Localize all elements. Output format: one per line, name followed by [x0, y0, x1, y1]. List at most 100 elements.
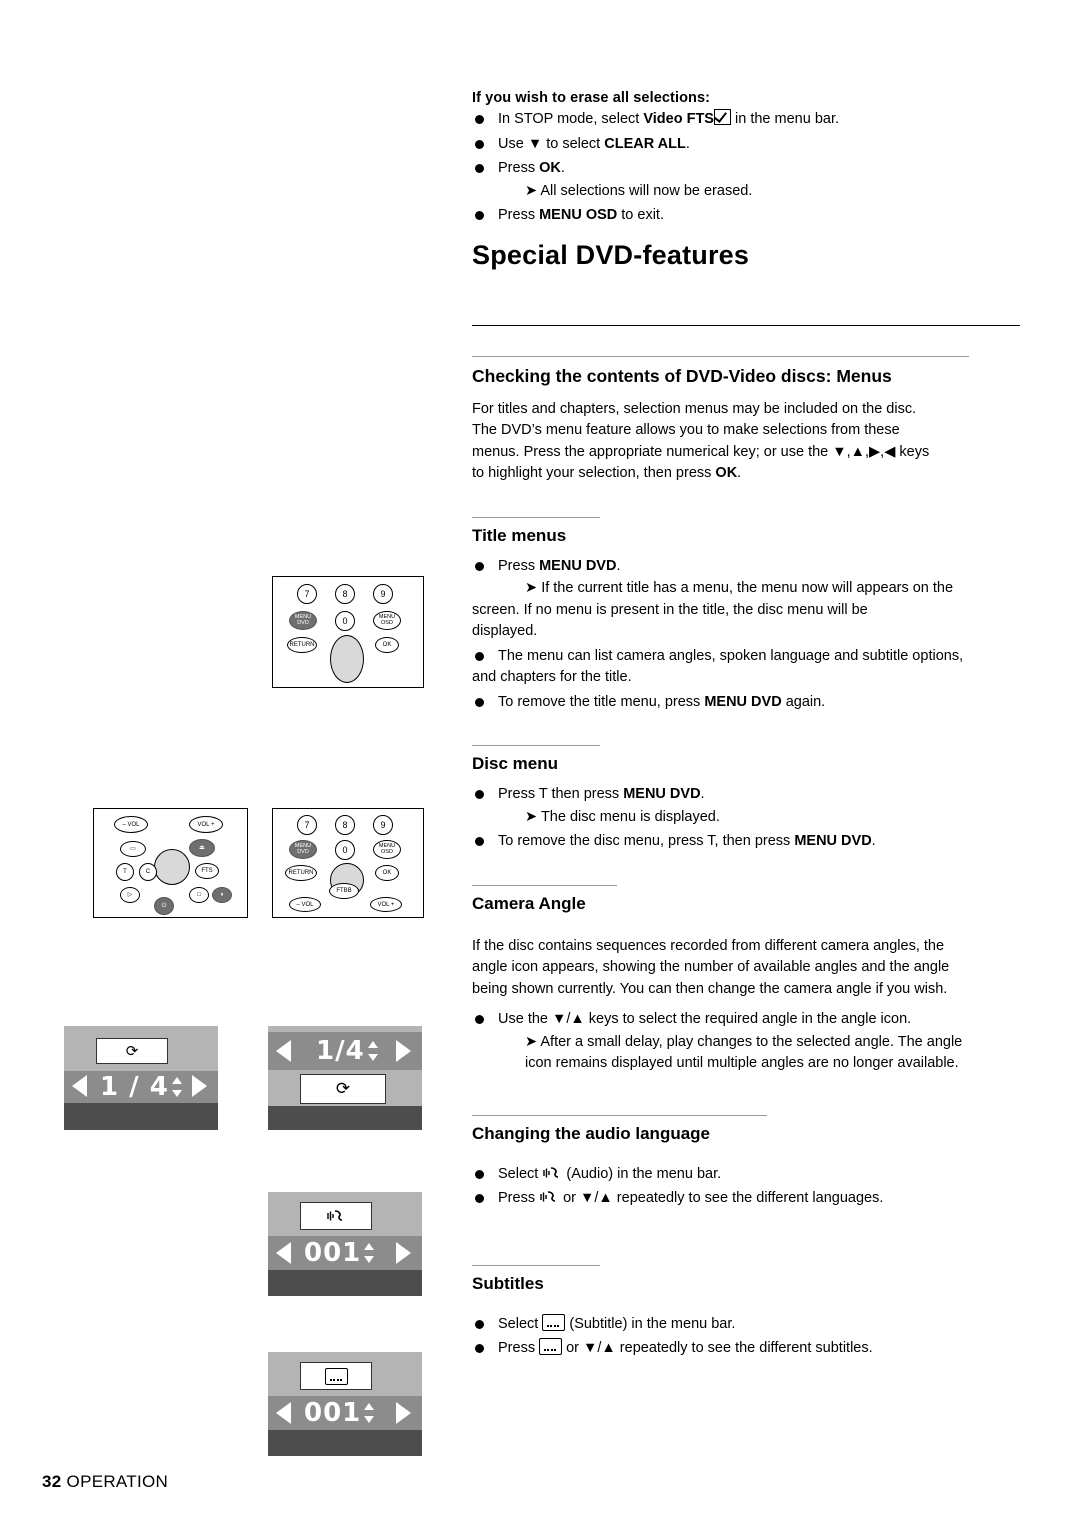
osd-angle-value-wrap: 1 / 4 — [100, 1072, 190, 1102]
disc-menu-b1-post: . — [700, 786, 705, 802]
menu-osd-label-bottom: OSD — [381, 848, 393, 855]
menus-body-1: For titles and chapters, selection menus… — [472, 400, 917, 417]
menu-osd-label-bottom: OSD — [381, 619, 393, 626]
remote-key-9: 9 — [373, 815, 393, 835]
subtitles-bullet-1: Select (Subtitle) in the menu bar. — [472, 1313, 1020, 1336]
bullet-dot-icon — [475, 1169, 484, 1179]
menus-body: For titles and chapters, selection menus… — [472, 387, 1020, 485]
title-menus-b1-bold: MENU DVD — [539, 557, 617, 574]
title-menus-arrow: ➤ If the current title has a menu, the m… — [472, 578, 1020, 600]
page-footer: 32 OPERATION — [42, 1472, 168, 1492]
erase-selections-block: If you wish to erase all selections: In … — [472, 0, 1020, 227]
title-menus-b1-post: . — [616, 557, 621, 574]
osd-angle-icon-box: ⟳ — [96, 1038, 168, 1064]
remote-key-8: 8 — [335, 584, 355, 604]
bullet-dot-icon — [475, 211, 484, 220]
erase-bullet-4-bold: MENU OSD — [539, 207, 618, 223]
text-column: If you wish to erase all selections: In … — [472, 0, 1020, 1360]
bullet-dot-icon — [475, 561, 484, 571]
bullet-dot-icon — [475, 651, 484, 661]
erase-bullet-2-bold: CLEAR ALL — [604, 135, 686, 152]
remote-key-return: RETURN — [285, 865, 317, 881]
osd-bottom-strip — [64, 1103, 218, 1130]
osd-bottom-strip — [268, 1270, 422, 1296]
osd-angle-value: 1 / 4 — [100, 1072, 169, 1102]
osd-left-arrow-icon — [276, 1242, 291, 1264]
up-down-arrows-icon — [364, 1242, 375, 1264]
audio-language-b2-pre: Press — [498, 1190, 540, 1206]
remote-key-display: ▭ — [120, 841, 146, 857]
subtitles-bullet-2: Press or ▼/▲ repeatedly to see the diffe… — [472, 1338, 1020, 1360]
title-menus-bullet-2: The menu can list camera angles, spoken … — [472, 646, 1020, 668]
osd-left-arrow-icon — [72, 1075, 87, 1097]
osd-audio-value: 001 — [304, 1238, 362, 1268]
osd-angle-icon-box: ⟳ — [300, 1074, 386, 1104]
subtitles-b1-pre: Select — [498, 1315, 543, 1332]
audio-language-b1-pre: Select — [498, 1165, 543, 1182]
osd-angle-screen-a: ⟳ 1 / 4 — [64, 1026, 218, 1130]
erase-bullet-2: Use ▼ to select CLEAR ALL. — [472, 134, 1020, 156]
camera-angle-body-1: If the disc contains sequences recorded … — [472, 937, 945, 954]
remote-key-vol-minus: – VOL — [289, 897, 321, 912]
audio-language-bullet-2: Press or ▼/▲ repeatedly to see the diffe… — [472, 1188, 1020, 1210]
bullet-dot-icon — [475, 1194, 484, 1203]
remote-key-ftbb: FTBB — [329, 883, 359, 899]
bullet-dot-icon — [475, 1015, 484, 1024]
bullet-dot-icon — [475, 1319, 484, 1329]
erase-bullet-1: In STOP mode, select Video FTS in the me… — [472, 109, 1020, 131]
osd-bottom-strip — [268, 1430, 422, 1456]
osd-right-arrow-icon — [192, 1075, 207, 1097]
erase-bullet-3-pre: Press — [498, 160, 540, 176]
remote-key-0: 0 — [335, 611, 355, 631]
audio-speaker-icon — [326, 1208, 346, 1224]
camera-angle-body-2: angle icon appears, showing the number o… — [472, 959, 950, 975]
title-menus-b3-bold: MENU DVD — [704, 693, 782, 710]
title-menus-b2a: The menu can list camera angles, spoken … — [498, 647, 964, 664]
title-menus-arrow-c: displayed. — [472, 623, 538, 639]
remote-key-9: 9 — [373, 584, 393, 604]
osd-subtitle-screen: 001 — [268, 1352, 422, 1456]
title-menus-list: Press MENU DVD. ➤ If the current title h… — [472, 556, 1020, 714]
disc-menu-b2-pre: To remove the disc menu, press T, then p… — [498, 833, 795, 849]
title-menus-b3-post: again. — [781, 693, 826, 710]
camera-angle-heading: Camera Angle — [472, 893, 586, 913]
menus-heading: Checking the contents of DVD-Video discs… — [472, 365, 892, 386]
bullet-dot-icon — [475, 790, 484, 799]
up-down-arrows-icon — [367, 1040, 379, 1062]
remote-key-stop: □ — [189, 887, 209, 903]
subtitle-icon — [539, 1338, 563, 1355]
osd-angle-screen-b: 1/4 ⟳ — [268, 1026, 422, 1130]
remote-key-play: ▷ — [120, 887, 140, 903]
remote-key-menu-osd: MENU OSD — [373, 840, 401, 859]
title-menus-b1-pre: Press — [498, 557, 540, 574]
erase-bullet-2-mid: to select — [542, 135, 605, 152]
camera-angle-arrow: ➤ After a small delay, play changes to t… — [472, 1032, 1020, 1054]
remote-key-mute: ⏏ — [189, 839, 215, 857]
camera-angle-arrow-b: icon remains displayed until multiple an… — [525, 1055, 959, 1071]
disc-menu-list: Press T then press MENU DVD. ➤ The disc … — [472, 784, 1020, 853]
footer-section-label: OPERATION — [66, 1472, 169, 1491]
remote-navigation-pad — [154, 849, 190, 885]
footer-page-number: 32 — [42, 1472, 62, 1491]
disc-menu-heading: Disc menu — [472, 754, 558, 773]
erase-arrow-text: All selections will now be erased. — [540, 182, 753, 199]
title-menus-bullet-3: To remove the title menu, press MENU DVD… — [472, 692, 1020, 714]
remote-key-power: ⏻ — [154, 897, 174, 915]
title-menus-bullet-2-cont: and chapters for the title. — [472, 667, 1020, 689]
remote-key-0: 0 — [335, 840, 355, 860]
fts-checkbox-icon — [713, 109, 731, 125]
erase-bullet-3-post: . — [560, 160, 565, 176]
camera-angle-b1-post: keys to select the required angle in the… — [584, 1011, 912, 1027]
erase-bullet-1-bold: Video FTS — [643, 111, 714, 127]
down-up-keys-icon: ▼/▲ — [552, 1011, 585, 1027]
down-triangle-icon: ▼ — [527, 135, 543, 152]
bullet-dot-icon — [475, 837, 484, 846]
arrow-right-icon: ➤ — [525, 808, 538, 825]
disc-menu-b2-bold: MENU DVD — [794, 833, 872, 849]
audio-language-list: Select (Audio) in the menu bar. Press or… — [472, 1164, 1020, 1210]
remote-key-7: 7 — [297, 815, 317, 835]
osd-left-arrow-icon — [276, 1040, 291, 1062]
remote-key-ok: OK — [375, 865, 399, 881]
camera-angle-arrow-a: After a small delay, play changes to the… — [540, 1033, 963, 1050]
title-menus-arrow-cont: screen. If no menu is present in the tit… — [472, 600, 1020, 643]
